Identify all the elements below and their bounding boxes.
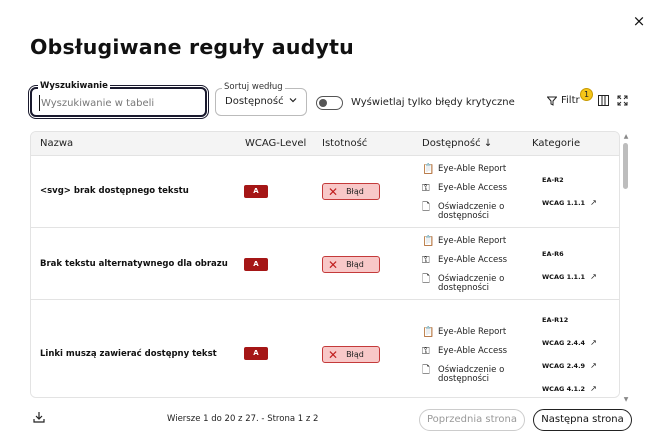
previous-page-button[interactable]: Poprzednia strona: [419, 409, 525, 431]
category-list: EA-R12 WCAG 2.4.4 ↗ WCAG 2.4.9 ↗ WCAG 4.1.…: [542, 308, 597, 397]
category-link[interactable]: WCAG 4.1.2 ↗: [542, 377, 597, 397]
critical-only-toggle[interactable]: [316, 96, 343, 110]
error-x-icon: ✕: [328, 257, 339, 272]
key-icon: ⚿: [422, 255, 430, 266]
access-list: 📋 Eye-Able Report ⚿ Eye-Able Access 🗋 Oświa…: [422, 165, 518, 222]
toggle-knob: [319, 98, 327, 107]
document-info-icon: 🗋: [422, 202, 431, 213]
filter-count-badge: 1: [580, 88, 593, 101]
severity-label: Błąd: [346, 187, 364, 196]
filter-button[interactable]: Filtr: [547, 95, 580, 106]
download-icon[interactable]: [33, 411, 45, 423]
header-name[interactable]: Nazwa: [40, 138, 73, 149]
report-icon: 📋: [422, 327, 435, 338]
filter-icon: [547, 96, 557, 106]
sort-label: Sortuj według: [222, 82, 285, 92]
report-icon: 📋: [422, 236, 435, 247]
access-item: ⚿ Eye-Able Access: [422, 255, 508, 266]
access-item: ⚿ Eye-Able Access: [422, 346, 508, 357]
error-x-icon: ✕: [328, 347, 339, 362]
severity-badge: ✕ Błąd: [322, 256, 380, 273]
close-icon[interactable]: ×: [630, 12, 648, 30]
filter-label: Filtr: [561, 95, 580, 106]
wcag-level-badge: A: [244, 258, 268, 271]
scroll-down-icon[interactable]: ▼: [622, 396, 630, 404]
table-row: <svg> brak dostępnego tekstu A ✕ Błąd 📋 Ey…: [31, 156, 619, 228]
severity-badge: ✕ Błąd: [322, 346, 380, 363]
scroll-thumb[interactable]: [623, 143, 628, 189]
severity-label: Błąd: [346, 260, 364, 269]
key-icon: ⚿: [422, 346, 430, 357]
category-link[interactable]: WCAG 2.4.9 ↗: [542, 354, 597, 377]
category-link[interactable]: WCAG 1.1.1 ↗: [542, 191, 597, 214]
header-access-label: Dostępność: [422, 138, 481, 149]
search-field[interactable]: Wyszukiwanie: [30, 81, 207, 117]
rule-name: Brak tekstu alternatywnego dla obrazu: [40, 259, 228, 269]
header-severity[interactable]: Istotność: [322, 138, 367, 149]
severity-label: Błąd: [346, 350, 364, 359]
external-link-icon: ↗: [590, 338, 597, 347]
key-icon: ⚿: [422, 183, 430, 194]
error-x-icon: ✕: [328, 184, 339, 199]
rule-name: Linki muszą zawierać dostępny tekst: [40, 349, 217, 359]
document-info-icon: 🗋: [422, 365, 431, 376]
category-list: EA-R2 WCAG 1.1.1 ↗: [542, 168, 597, 214]
access-item: 📋 Eye-Able Report: [422, 164, 507, 175]
rule-name: <svg> brak dostępnego tekstu: [40, 186, 189, 196]
search-input[interactable]: [39, 95, 199, 111]
sort-value: Dostępność: [225, 96, 284, 107]
access-item: 🗋 Oświadczenie o dostępności: [422, 274, 505, 293]
page-title: Obsługiwane reguły audytu: [30, 35, 354, 59]
category-item: EA-R6: [542, 249, 564, 258]
sort-arrow-icon: ↓: [483, 138, 493, 149]
access-list: 📋 Eye-Able Report ⚿ Eye-Able Access 🗋 Oświa…: [422, 237, 518, 294]
critical-only-label: Wyświetlaj tylko błędy krytyczne: [351, 97, 515, 108]
wcag-level-badge: A: [244, 347, 268, 360]
table-header: Nazwa WCAG-Level Istotność Dostępność ↓ …: [31, 132, 619, 156]
access-item: 📋 Eye-Able Report: [422, 236, 507, 247]
table-row: Brak tekstu alternatywnego dla obrazu A …: [31, 228, 619, 300]
header-access[interactable]: Dostępność ↓: [422, 138, 492, 149]
external-link-icon: ↗: [590, 198, 597, 207]
access-item: 🗋 Oświadczenie o dostępności: [422, 365, 505, 384]
document-info-icon: 🗋: [422, 274, 431, 285]
sort-select[interactable]: Sortuj według Dostępność: [215, 82, 307, 116]
category-list: EA-R6 WCAG 1.1.1 ↗: [542, 242, 597, 288]
external-link-icon: ↗: [590, 272, 597, 281]
header-wcag[interactable]: WCAG-Level: [245, 138, 306, 149]
external-link-icon: ↗: [590, 384, 597, 393]
access-item: 📋 Eye-Able Report: [422, 327, 507, 338]
access-item: ⚿ Eye-Able Access: [422, 183, 508, 194]
columns-icon[interactable]: [598, 95, 609, 106]
fullscreen-icon[interactable]: [617, 95, 628, 106]
rules-table: Nazwa WCAG-Level Istotność Dostępność ↓ …: [30, 131, 620, 398]
wcag-level-badge: A: [244, 185, 268, 198]
table-row: Linki muszą zawierać dostępny tekst A ✕ B…: [31, 300, 619, 397]
scroll-up-icon[interactable]: ▲: [622, 133, 630, 141]
report-icon: 📋: [422, 164, 435, 175]
category-item: EA-R12: [542, 315, 569, 324]
category-link[interactable]: WCAG 1.1.1 ↗: [542, 265, 597, 288]
severity-badge: ✕ Błąd: [322, 183, 380, 200]
next-page-button[interactable]: Następna strona: [533, 409, 632, 431]
access-list: 📋 Eye-Able Report ⚿ Eye-Able Access 🗋 Oświa…: [422, 328, 518, 385]
header-categories[interactable]: Kategorie: [532, 138, 580, 149]
access-item: 🗋 Oświadczenie o dostępności: [422, 202, 505, 221]
chevron-down-icon: [289, 98, 297, 103]
category-item: EA-R2: [542, 175, 564, 184]
category-link[interactable]: WCAG 2.4.4 ↗: [542, 331, 597, 354]
pagination-info: Wiersze 1 do 20 z 27. - Strona 1 z 2: [167, 414, 319, 424]
external-link-icon: ↗: [590, 361, 597, 370]
table-scrollbar[interactable]: ▲ ▼: [622, 133, 630, 404]
search-label: Wyszukiwanie: [38, 81, 110, 91]
